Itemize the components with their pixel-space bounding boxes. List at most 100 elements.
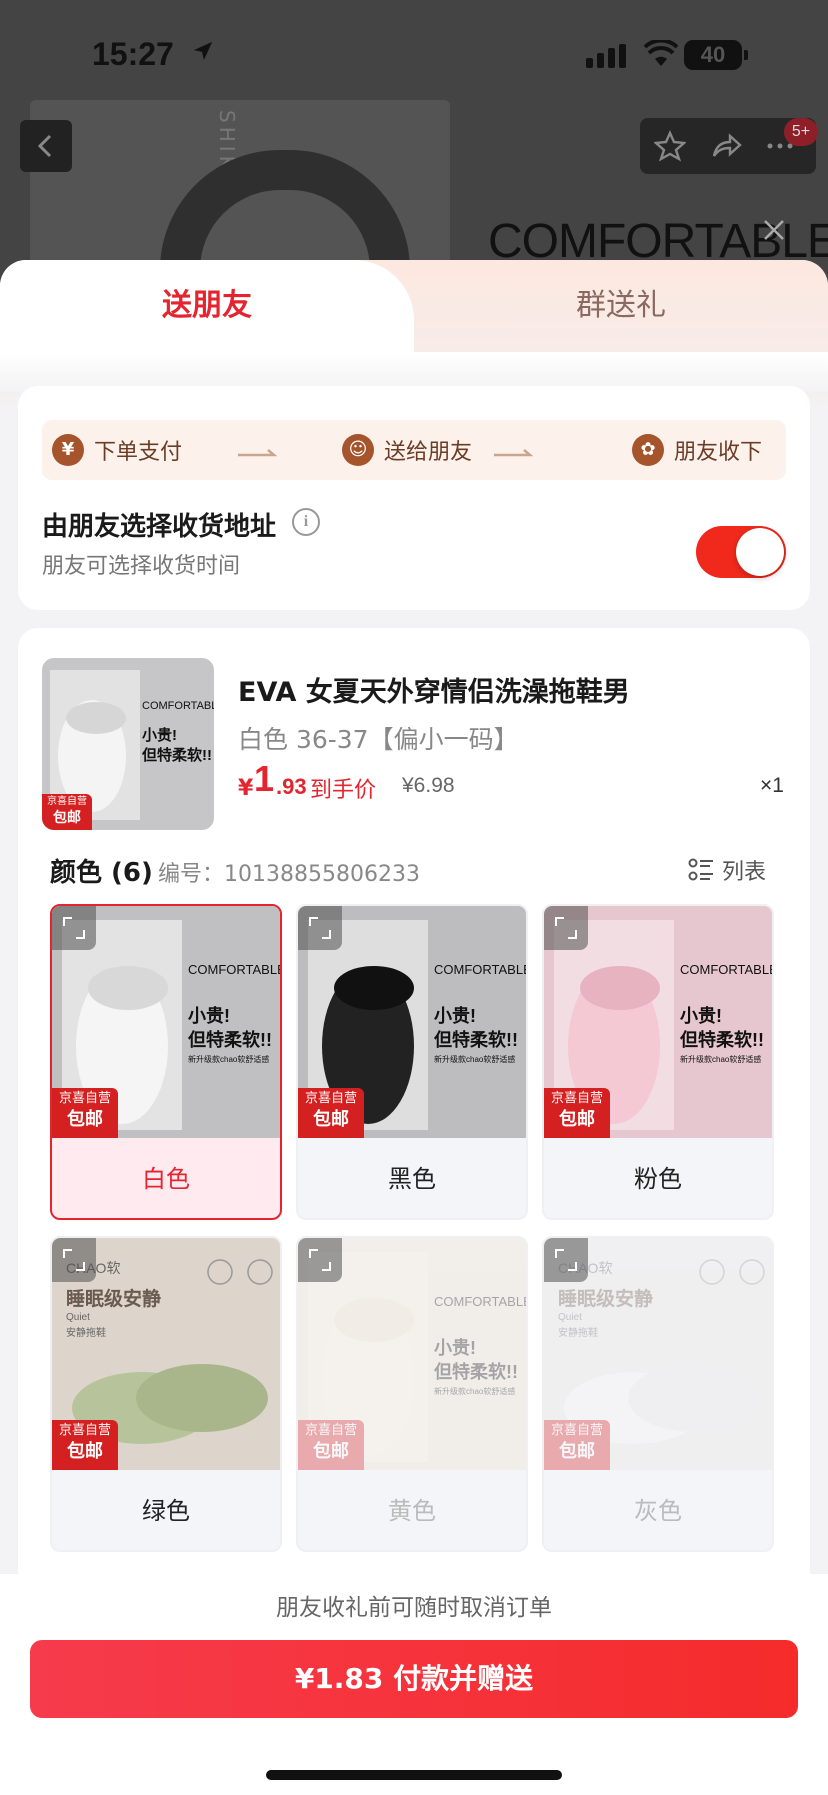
expand-icon[interactable] — [298, 1238, 342, 1282]
image-line2: 但特柔软!! — [188, 1030, 272, 1050]
address-option-title: 由朋友选择收货地址 — [42, 512, 277, 542]
flow-step-pay: ¥ 下单支付 — [52, 433, 182, 467]
cart-count-badge: 5+ — [784, 118, 818, 146]
quantity: ×1 — [760, 774, 784, 797]
back-button[interactable] — [20, 120, 72, 172]
free-shipping-tag: 京喜自营 包邮 — [298, 1088, 364, 1138]
product-image[interactable]: COMFORTABLE 小贵! 但特柔软!! 京喜自营包邮 — [42, 658, 214, 830]
color-option-white[interactable]: COMFORTABLE 小贵! 但特柔软!! 新升级款chao软舒适感 京喜自营… — [50, 904, 282, 1220]
gift-flow: ¥ 下单支付 ☺ 送给朋友 ✿ 朋友收下 — [42, 420, 786, 480]
battery-indicator: 40 — [684, 40, 748, 70]
address-option-subtitle: 朋友可选择收货时间 — [42, 554, 241, 579]
image-brand: COMFORTABLE — [434, 962, 528, 977]
status-time: 15:27 — [92, 36, 174, 72]
color-option-label: 灰色 — [634, 1497, 682, 1525]
image-brand: COMFORTABLE — [680, 962, 774, 977]
expand-icon[interactable] — [52, 906, 96, 950]
image-brand: COMFORTABLE — [188, 962, 282, 977]
color-option-black[interactable]: COMFORTABLE 小贵! 但特柔软!! 新升级款chao软舒适感 京喜自营… — [296, 904, 528, 1220]
free-shipping-tag: 京喜自营 包邮 — [544, 1420, 610, 1470]
color-option-label: 黑色 — [388, 1165, 436, 1193]
flow-step-receive: ✿ 朋友收下 — [632, 433, 762, 467]
image-line2: Quiet — [558, 1312, 582, 1323]
location-arrow-icon — [193, 41, 213, 61]
color-option-label: 白色 — [142, 1165, 190, 1193]
flow-step-label: 朋友收下 — [674, 440, 763, 465]
info-icon[interactable]: i — [292, 508, 320, 536]
image-line2: 但特柔软!! — [434, 1030, 518, 1050]
color-option-green[interactable]: CHAO软 睡眠级安静 Quiet 安静拖鞋 京喜自营包邮 绿色 — [50, 1236, 282, 1552]
image-line3: 新升级款chao软舒适感 — [434, 1055, 516, 1064]
color-option-label: 粉色 — [634, 1165, 682, 1193]
image-brand: COMFORTABLE — [142, 700, 214, 712]
cancel-note: 朋友收礼前可随时取消订单 — [276, 1595, 552, 1621]
expand-icon[interactable] — [544, 1238, 588, 1282]
image-line3: 安静拖鞋 — [66, 1328, 106, 1339]
list-view-toggle[interactable]: 列表 — [688, 854, 766, 886]
image-line3: 新升级款chao软舒适感 — [680, 1055, 762, 1064]
image-brand: COMFORTABLE — [434, 1294, 528, 1309]
price-decimal: .93 — [276, 774, 307, 799]
arrow-right-icon — [494, 449, 534, 457]
image-line1: 睡眠级安静 — [66, 1289, 162, 1310]
product-name: EVA 女夏天外穿情侣洗澡拖鞋男 — [238, 677, 630, 708]
color-option-yellow: COMFORTABLE 小贵! 但特柔软!! 新升级款chao软舒适感 京喜自营… — [296, 1236, 528, 1552]
image-line2: 但特柔软!! — [142, 747, 212, 764]
list-icon — [688, 858, 713, 881]
price-symbol: ¥ — [238, 776, 254, 801]
flow-step-label: 下单支付 — [94, 440, 183, 465]
original-price: ¥6.98 — [402, 774, 455, 797]
color-option-label: 绿色 — [142, 1497, 190, 1525]
image-line2: 但特柔软!! — [434, 1362, 518, 1382]
free-shipping-tag: 京喜自营 包邮 — [298, 1420, 364, 1470]
checkout-footer: 朋友收礼前可随时取消订单 ¥1.83 付款并赠送 — [0, 1574, 828, 1795]
sku-number: 编号：10138855806233 — [158, 862, 420, 887]
image-line1: 睡眠级安静 — [558, 1289, 654, 1310]
share-icon[interactable] — [710, 130, 742, 162]
image-line1: 小贵! — [434, 1338, 476, 1358]
flow-step-send: ☺ 送给朋友 — [342, 433, 472, 467]
status-bar: 15:27 40 — [0, 0, 828, 110]
image-line2: 但特柔软!! — [680, 1030, 764, 1050]
list-view-label: 列表 — [722, 860, 767, 885]
gift-flow-card: ¥ 下单支付 ☺ 送给朋友 ✿ 朋友收下 由朋友选择收货地址 i 朋友可选择收货… — [18, 386, 810, 610]
wifi-icon — [644, 40, 678, 66]
chevron-left-icon — [37, 134, 52, 158]
cellular-signal-icon — [586, 44, 626, 68]
image-line3: 新升级款chao软舒适感 — [188, 1055, 270, 1064]
free-shipping-tag: 京喜自营 包邮 — [52, 1420, 118, 1470]
close-icon[interactable] — [762, 218, 786, 242]
tab-group-gift[interactable]: 群送礼 — [414, 260, 828, 352]
image-line1: 小贵! — [434, 1006, 476, 1026]
color-option-label: 黄色 — [388, 1497, 436, 1525]
image-line3: 安静拖鞋 — [558, 1328, 598, 1339]
free-shipping-tag: 京喜自营 包邮 — [42, 794, 92, 830]
toggle-knob — [736, 528, 784, 576]
arrow-right-icon — [238, 449, 278, 457]
color-option-grey: CHAO软 睡眠级安静 Quiet 安静拖鞋 京喜自营包邮 灰色 — [542, 1236, 774, 1552]
gift-sheet: 群送礼 送朋友 ¥ 下单支付 ☺ 送给朋友 ✿ 朋友收下 由朋友选择收货地址 i… — [0, 260, 828, 1795]
expand-icon[interactable] — [52, 1238, 96, 1282]
tab-send-friend[interactable]: 送朋友 — [0, 260, 414, 352]
image-line1: 小贵! — [680, 1006, 722, 1026]
free-shipping-tag: 京喜自营 包邮 — [52, 1088, 118, 1138]
home-indicator[interactable] — [266, 1770, 562, 1780]
expand-icon[interactable] — [298, 906, 342, 950]
image-line1: 小贵! — [188, 1006, 230, 1026]
star-icon[interactable] — [654, 130, 686, 162]
expand-icon[interactable] — [544, 906, 588, 950]
gift-icon: ✿ — [632, 434, 664, 466]
price-integer: 1 — [254, 758, 275, 799]
price-label: 到手价 — [310, 778, 377, 803]
image-line2: Quiet — [66, 1312, 90, 1323]
friend-address-toggle[interactable] — [696, 526, 786, 578]
image-line1: 小贵! — [142, 727, 177, 744]
color-option-pink[interactable]: COMFORTABLE 小贵! 但特柔软!! 新升级款chao软舒适感 京喜自营… — [542, 904, 774, 1220]
chat-icon: ☺ — [342, 434, 374, 466]
image-line3: 新升级款chao软舒适感 — [434, 1387, 516, 1396]
pay-and-gift-button[interactable]: ¥1.83 付款并赠送 — [30, 1640, 798, 1718]
product-spec[interactable]: 白色 36-37【偏小一码】 — [238, 720, 519, 756]
free-shipping-tag: 京喜自营 包邮 — [544, 1088, 610, 1138]
yuan-icon: ¥ — [52, 434, 84, 466]
color-section-title: 颜色 (6) — [50, 858, 153, 888]
